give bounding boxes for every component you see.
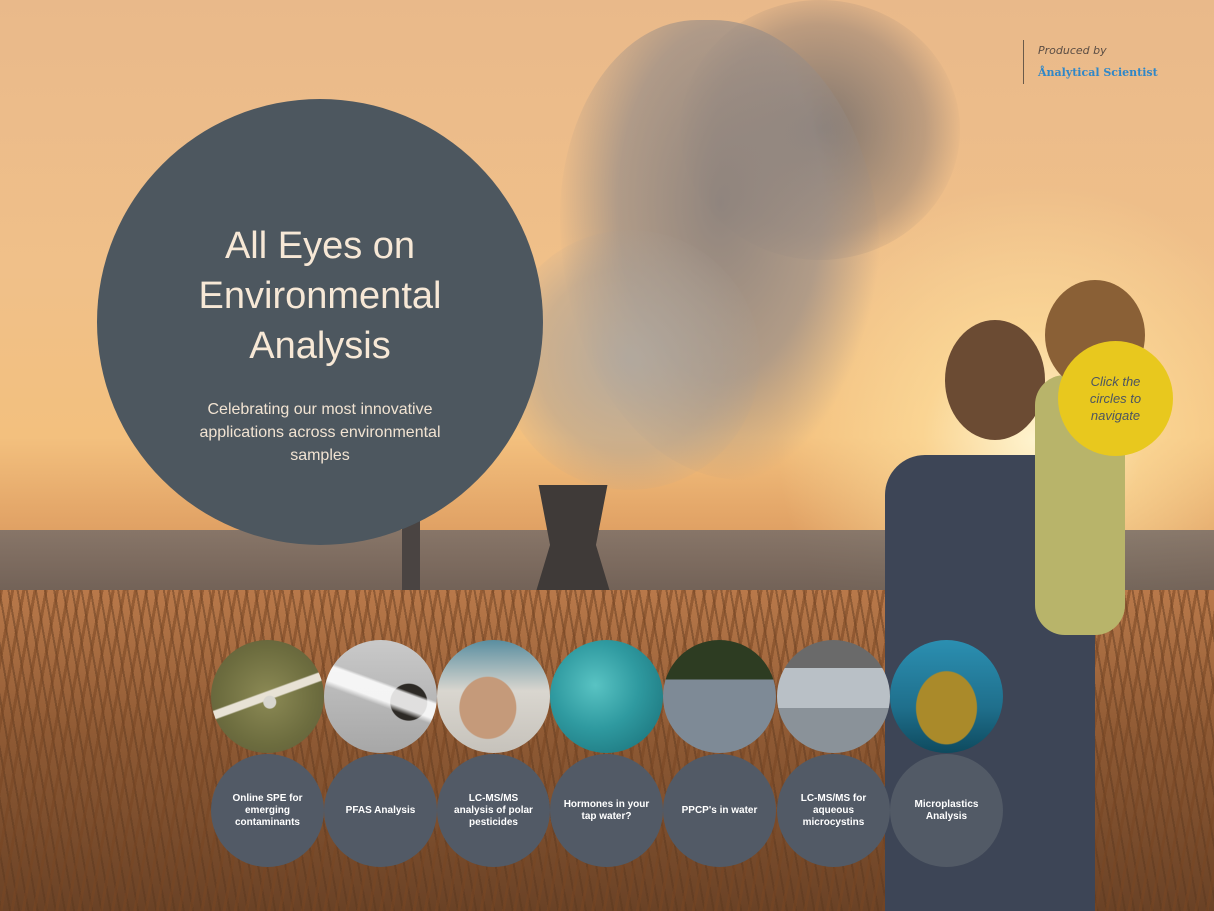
firefighter-image-icon[interactable] [324, 640, 437, 753]
nav-label-hormones: Hormones in your tap water? [563, 798, 650, 822]
nav-label-circle[interactable]: Hormones in your tap water? [550, 754, 663, 867]
nav-label-ppcps: PPCP's in water [681, 804, 758, 816]
nav-item-online-spe[interactable]: Online SPE for emerging contaminants [211, 640, 324, 870]
water-hands-image-icon[interactable] [437, 640, 550, 753]
page-subtitle: Celebrating our most innovative applicat… [199, 401, 441, 464]
polluted-water-image-icon[interactable] [663, 640, 776, 753]
bubbles-image-icon[interactable] [550, 640, 663, 753]
nav-label-pfas: PFAS Analysis [345, 804, 416, 816]
nav-item-microcystins[interactable]: LC-MS/MS for aqueous microcystins [777, 640, 890, 870]
nav-item-microplastics[interactable]: Microplastics Analysis [890, 640, 1003, 870]
nav-label-microplastics: Microplastics Analysis [914, 798, 979, 822]
adult-head [945, 320, 1045, 440]
nav-item-pfas[interactable]: PFAS Analysis [324, 640, 437, 870]
topic-navigation: Online SPE for emerging contaminants PFA… [211, 640, 1005, 870]
brand-block: Produced by Ånalytical Scientist [1023, 40, 1158, 84]
nav-label-circle[interactable]: LC-MS/MS for aqueous microcystins [777, 754, 890, 867]
brand-logo[interactable]: Ånalytical Scientist [1038, 66, 1158, 79]
nav-label-circle[interactable]: PFAS Analysis [324, 754, 437, 867]
nav-label-circle[interactable]: PPCP's in water [663, 754, 776, 867]
navigation-hint-circle: Click the circles to navigate [1058, 341, 1173, 456]
lab-water-image-icon[interactable] [777, 640, 890, 753]
nav-label-online-spe: Online SPE for emerging contaminants [232, 792, 303, 828]
nav-item-ppcps[interactable]: PPCP's in water [663, 640, 776, 870]
produced-by-label: Produced by [1038, 44, 1107, 57]
nav-label-circle[interactable]: Microplastics Analysis [890, 754, 1003, 867]
nav-item-polar-pesticides[interactable]: LC-MS/MS analysis of polar pesticides [437, 640, 550, 870]
nav-label-circle[interactable]: LC-MS/MS analysis of polar pesticides [437, 754, 550, 867]
nav-label-circle[interactable]: Online SPE for emerging contaminants [211, 754, 324, 867]
nav-label-polar-pesticides: LC-MS/MS analysis of polar pesticides [454, 792, 533, 828]
page: Produced by Ånalytical Scientist All Eye… [0, 0, 1214, 911]
navigation-hint-text: Click the circles to navigate [1089, 374, 1142, 423]
page-title: All Eyes on Environmental Analysis [198, 225, 442, 367]
nav-item-hormones[interactable]: Hormones in your tap water? [550, 640, 663, 870]
nav-label-microcystins: LC-MS/MS for aqueous microcystins [800, 792, 867, 828]
hero-circle: All Eyes on Environmental Analysis Celeb… [97, 99, 543, 545]
turtle-image-icon[interactable] [890, 640, 1003, 753]
kayak-image-icon[interactable] [211, 640, 324, 753]
